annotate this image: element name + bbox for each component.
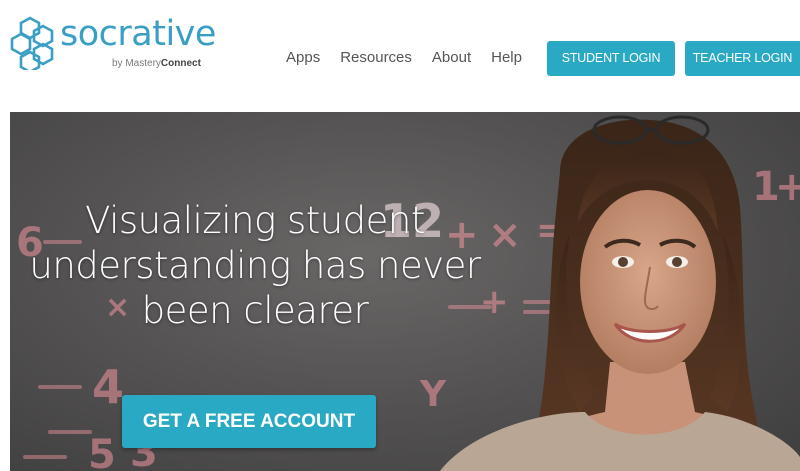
main-nav: Apps Resources About Help — [286, 48, 542, 68]
nav-item-resources[interactable]: Resources — [340, 48, 412, 68]
student-login-button[interactable]: STUDENT LOGIN — [547, 41, 675, 76]
teacher-login-button[interactable]: TEACHER LOGIN — [685, 41, 800, 76]
nav-item-about[interactable]: About — [432, 48, 471, 68]
brand-wordmark: socrative — [60, 14, 216, 54]
nav-item-apps[interactable]: Apps — [286, 48, 320, 68]
socrative-logo[interactable]: socrative by MasteryConnect — [10, 10, 225, 75]
hero-banner: 6 12 + × = 4 5 3 + × Y 1 + Visualizing s… — [10, 112, 800, 471]
nav-item-help[interactable]: Help — [491, 48, 522, 68]
teacher-photo — [440, 115, 800, 471]
brand-byline: by MasteryConnect — [112, 58, 201, 69]
byline-bold: Connect — [160, 58, 201, 69]
byline-prefix: by Mastery — [112, 58, 161, 69]
get-free-account-button[interactable]: GET A FREE ACCOUNT — [122, 395, 376, 448]
site-header: socrative by MasteryConnect Apps Resourc… — [0, 0, 800, 112]
hexagon-cluster-icon — [10, 16, 54, 70]
